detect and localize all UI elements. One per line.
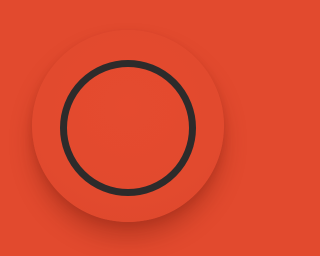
app-icon[interactable] [0, 0, 256, 256]
record-circle-icon [60, 60, 196, 196]
